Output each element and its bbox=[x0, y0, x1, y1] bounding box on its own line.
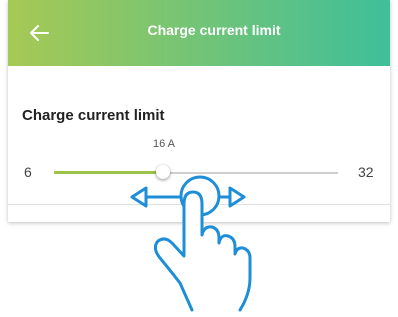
screen: Charge current limit Charge current limi… bbox=[0, 0, 398, 317]
slider-max-label: 32 bbox=[358, 164, 374, 180]
app-bar: Charge current limit bbox=[8, 0, 390, 66]
slider-min-label: 6 bbox=[24, 164, 32, 180]
page-title: Charge current limit bbox=[147, 22, 281, 38]
slider-thumb[interactable] bbox=[156, 165, 170, 179]
slider-value-label: 16 A bbox=[152, 138, 176, 150]
divider bbox=[8, 204, 390, 205]
setting-title: Charge current limit bbox=[22, 107, 165, 124]
app-screen: Charge current limit Charge current limi… bbox=[8, 0, 390, 222]
slider-fill bbox=[54, 171, 163, 174]
charge-current-slider[interactable] bbox=[54, 160, 338, 186]
